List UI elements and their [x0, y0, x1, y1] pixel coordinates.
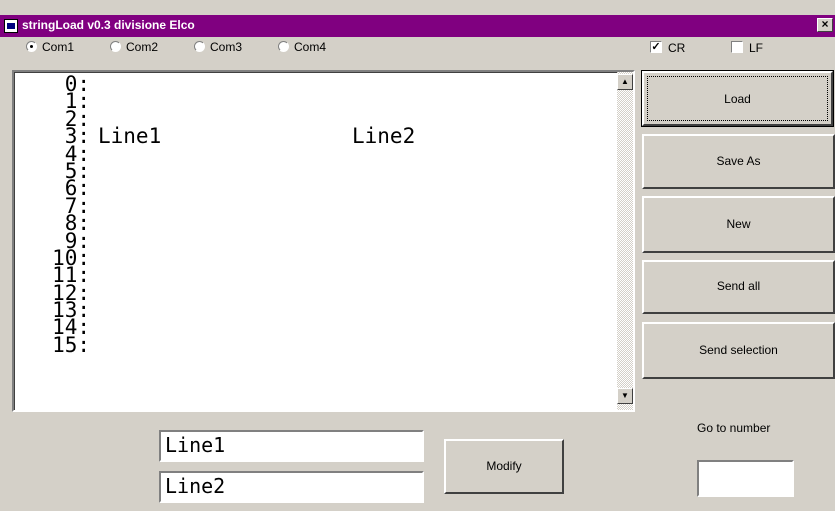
radio-selected-icon — [26, 41, 37, 52]
load-button-label: Load — [724, 92, 751, 106]
list-item[interactable]: 15: — [16, 332, 90, 357]
list-lines: 0: 1: 2: 3: Line1 Line2 4: 5: 6: 7: 8: 9: 10: 11: 12: 1… — [16, 73, 415, 357]
load-button[interactable]: Load — [641, 70, 834, 127]
string-list[interactable]: 0: 1: 2: 3: Line1 Line2 4: 5: 6: 7: 8: 9: 10: 11: 12: 1… — [12, 70, 635, 412]
radio-label: Com1 — [42, 40, 75, 54]
modify-button-label: Modify — [486, 459, 522, 473]
title-bar[interactable]: stringLoad v0.3 divisione Elco × — [0, 15, 835, 37]
close-button[interactable]: × — [817, 18, 833, 32]
new-button[interactable]: New — [642, 196, 835, 253]
lf-label: LF — [749, 41, 764, 55]
line2-input[interactable]: Line2 — [159, 471, 424, 503]
line-col1: Line1 — [98, 124, 162, 149]
radio-label: Com2 — [126, 40, 159, 54]
send-all-button[interactable]: Send all — [642, 260, 835, 314]
radio-label: Com4 — [294, 40, 327, 54]
radio-unselected-icon — [194, 41, 205, 52]
radio-unselected-icon — [278, 41, 289, 52]
window-title: stringLoad v0.3 divisione Elco — [22, 18, 195, 32]
line-number: 15: — [52, 332, 90, 357]
cr-label: CR — [668, 41, 686, 55]
send-selection-button-label: Send selection — [699, 343, 778, 357]
checkbox-checked-icon: ✓ — [650, 41, 662, 53]
line1-input[interactable]: Line1 — [159, 430, 424, 462]
send-all-button-label: Send all — [716, 279, 761, 293]
app-icon[interactable] — [4, 19, 18, 33]
scroll-up-arrow-icon[interactable]: ▲ — [617, 74, 633, 90]
goto-number-input[interactable] — [697, 460, 794, 497]
modify-button[interactable]: Modify — [444, 439, 564, 494]
goto-label: Go to number — [697, 421, 771, 435]
line-col2: Line2 — [352, 124, 416, 149]
checkbox-unchecked-icon — [731, 41, 743, 53]
vertical-scrollbar[interactable]: ▲ ▼ — [617, 72, 633, 410]
save-as-button-label: Save As — [716, 154, 761, 168]
radio-label: Com3 — [210, 40, 243, 54]
save-as-button[interactable]: Save As — [642, 134, 835, 189]
radio-unselected-icon — [110, 41, 121, 52]
new-button-label: New — [726, 217, 751, 231]
main-window: stringLoad v0.3 divisione Elco × Com1 Co… — [0, 0, 835, 511]
scroll-down-arrow-icon[interactable]: ▼ — [617, 388, 633, 404]
send-selection-button[interactable]: Send selection — [642, 322, 835, 379]
